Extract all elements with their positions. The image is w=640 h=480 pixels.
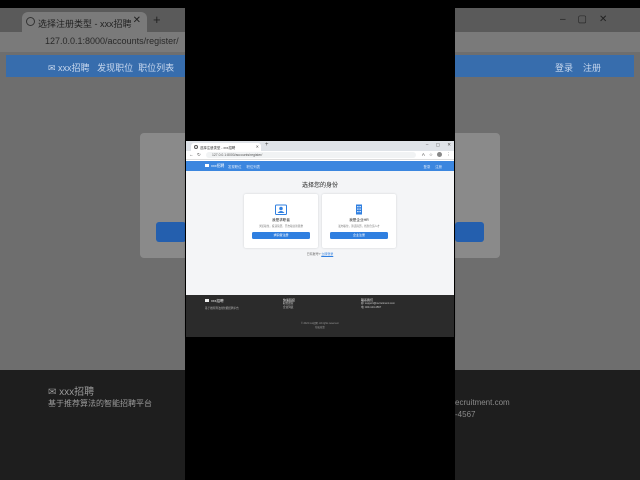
bg-footer-desc: 基于推荐算法的智能招聘平台 — [48, 399, 152, 408]
privacy-link[interactable]: 隐私政策 — [186, 326, 454, 330]
card-title: 我是求职者 — [272, 218, 290, 222]
address-bar-actions: A ☆ ⋮ — [419, 152, 451, 158]
card-title: 我是企业HR — [349, 218, 369, 222]
employer-register-button[interactable]: 企业注册 — [330, 232, 388, 239]
main-content — [186, 171, 454, 295]
site-footer — [186, 295, 454, 337]
bg-footer-email: ecruitment.com — [455, 398, 510, 407]
card-employer: 我是企业HR 发布职位，筛选简历，找到合适人才 企业注册 — [322, 194, 396, 248]
job-seeker-register-button[interactable]: 求职者注册 — [252, 232, 310, 239]
login-now-link[interactable]: 立即登录 — [321, 252, 333, 256]
bg-nav-right: 登录 注册 — [555, 63, 602, 73]
footer-brand-label: xxx招聘 — [211, 299, 224, 303]
bg-browser-tab: 选择注册类型 - xxx招聘 ✕ — [22, 12, 147, 32]
footer-phone: 电: 400-123-4567 — [361, 306, 382, 310]
maximize-icon[interactable]: ▢ — [436, 142, 440, 147]
footer-link-companies[interactable]: 企业列表 — [283, 306, 295, 310]
screen: 选择注册类型 - xxx招聘 ✕ + –▢✕ 127.0.0.1:8000/ac… — [0, 0, 640, 480]
nav-link-jobs[interactable]: 职位列表 — [247, 165, 261, 169]
close-window-icon[interactable]: ✕ — [447, 142, 451, 147]
site-navbar — [186, 161, 454, 171]
more-icon[interactable]: ⋮ — [447, 152, 452, 157]
close-icon: ✕ — [132, 15, 141, 26]
nav-link-discover[interactable]: 发现职位 — [228, 165, 242, 169]
bg-footer-phone: -4567 — [455, 410, 476, 419]
footer-brand: xxx招聘 — [205, 299, 224, 304]
bg-url: 127.0.0.1:8000/accounts/register/ — [45, 36, 179, 46]
minimize-icon[interactable]: – — [426, 142, 429, 147]
card-job-seeker: 我是求职者 浏览职位，投递简历，开启职业新篇章 求职者注册 — [244, 194, 318, 248]
mail-icon — [205, 299, 209, 302]
nav-auth-links: 登录 注册 — [419, 164, 442, 169]
close-icon[interactable]: ✕ — [256, 144, 259, 149]
card-description: 发布职位，筛选简历，找到合适人才 — [338, 225, 380, 228]
reload-icon[interactable]: ↻ — [197, 152, 201, 158]
card-description: 浏览职位，投递简历，开启职业新篇章 — [258, 225, 304, 228]
bg-brand: ✉ xxx招聘 发现职位 职位列表 — [48, 63, 175, 73]
footer-copyright: © 2024 xxx招聘. All rights reserved. 隐私政策 — [186, 322, 454, 330]
id-card-icon — [275, 204, 287, 215]
avatar[interactable] — [437, 152, 443, 158]
login-prompt-text: 已有账号? — [306, 252, 321, 256]
site-brand[interactable]: xxx招聘 — [205, 164, 224, 169]
window-controls: – ▢ ✕ — [420, 142, 451, 148]
page-title: 选择您的身份 — [301, 183, 338, 189]
footer-contact: 联系我们 邮: support@recruitment.com 电: 400-1… — [361, 298, 395, 311]
login-link[interactable]: 登录 — [423, 165, 430, 169]
tab-title: 选择注册类型 - xxx招聘 — [200, 146, 236, 150]
login-prompt: 已有账号? 立即登录 — [186, 252, 454, 256]
footer-quick-links: 快速链接 职位搜索 企业列表 — [283, 298, 295, 311]
site-brand-label: xxx招聘 — [211, 163, 225, 168]
footer-description: 基于推荐算法的智能招聘平台 — [205, 307, 239, 310]
read-aloud-icon[interactable]: A — [422, 152, 425, 157]
bg-button-right — [455, 222, 484, 242]
new-tab-button[interactable]: + — [265, 142, 269, 148]
bg-button-left — [156, 222, 186, 242]
browser-tab[interactable]: 选择注册类型 - xxx招聘 ✕ — [191, 143, 261, 151]
browser-window: 选择注册类型 - xxx招聘 ✕ + – ▢ ✕ ← ↻ 127.0.0.1:8… — [186, 141, 454, 337]
bg-footer-brand: ✉ xxx招聘 — [48, 387, 95, 398]
back-icon[interactable]: ← — [189, 152, 194, 157]
building-icon — [356, 204, 362, 215]
globe-icon — [26, 17, 35, 26]
url-field[interactable]: 127.0.0.1:8000/accounts/register/ — [206, 152, 416, 158]
plus-icon: + — [153, 12, 161, 27]
register-link[interactable]: 注册 — [435, 165, 442, 169]
globe-icon — [194, 145, 198, 149]
mail-icon — [205, 163, 209, 167]
nav-links: 发现职位 职位列表 — [228, 164, 264, 169]
bg-window-controls: –▢✕ — [560, 14, 620, 25]
star-icon[interactable]: ☆ — [429, 152, 433, 157]
bg-tab-title: 选择注册类型 - xxx招聘 — [38, 19, 132, 29]
